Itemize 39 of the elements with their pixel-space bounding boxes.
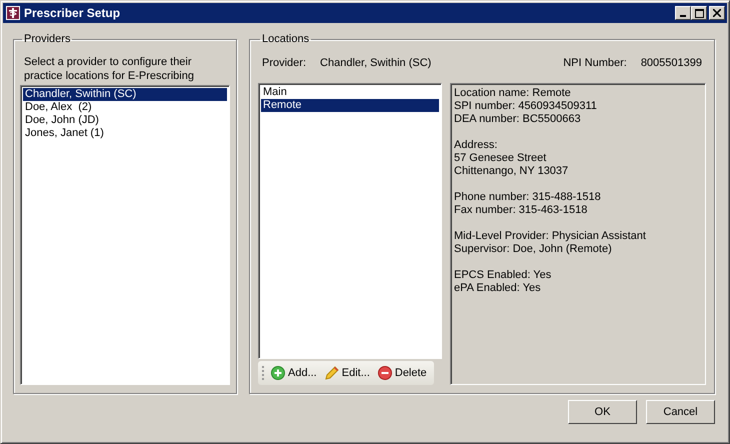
detail-text: ePA Enabled: Yes bbox=[454, 282, 542, 295]
minus-icon bbox=[378, 366, 392, 380]
window-title: Prescriber Setup bbox=[24, 6, 122, 20]
detail-text: Mid-Level Provider: Physician Assistant bbox=[454, 230, 647, 243]
detail-text: 57 Genesee Street bbox=[454, 152, 548, 165]
detail-text: Location name: Remote bbox=[454, 87, 572, 100]
detail-text: Address: bbox=[454, 139, 498, 152]
maximize-icon bbox=[694, 8, 704, 18]
add-button[interactable]: Add... bbox=[268, 366, 320, 380]
provider-item[interactable]: Doe, John (JD) bbox=[23, 114, 227, 127]
detail-text: Phone number: 315-488-1518 bbox=[454, 191, 602, 204]
group-title: Providers bbox=[23, 33, 72, 45]
detail-text: Fax number: 315-463-1518 bbox=[454, 204, 588, 217]
close-icon bbox=[713, 9, 721, 17]
cancel-button[interactable]: Cancel bbox=[646, 400, 715, 424]
plus-icon bbox=[271, 366, 285, 380]
provider-item[interactable]: Jones, Janet (1) bbox=[23, 127, 227, 140]
close-button[interactable] bbox=[709, 6, 725, 20]
detail-text: Chittenango, NY 13037 bbox=[454, 165, 570, 178]
edit-button[interactable]: Edit... bbox=[322, 366, 373, 380]
provider-value: Chandler, Swithin (SC) bbox=[320, 57, 432, 69]
npi-value: 8005501399 bbox=[640, 57, 702, 69]
provider-item[interactable]: Doe, Alex (2) bbox=[23, 101, 227, 114]
detail-text: DEA number: BC5500663 bbox=[454, 113, 582, 126]
pencil-icon bbox=[324, 366, 339, 380]
detail-text: Supervisor: Doe, John (Remote) bbox=[454, 243, 613, 256]
detail-text: SPI number: 4560934509311 bbox=[454, 100, 598, 113]
provider-item[interactable]: Chandler, Swithin (SC) bbox=[23, 88, 227, 101]
maximize-button[interactable] bbox=[691, 6, 707, 20]
minimize-button[interactable] bbox=[675, 6, 691, 20]
delete-button[interactable]: Delete bbox=[374, 366, 430, 380]
location-item[interactable]: Main bbox=[261, 86, 439, 99]
group-title: Locations bbox=[261, 33, 310, 45]
location-item[interactable]: Remote bbox=[261, 99, 439, 112]
instruction-text: Select a provider to configure their practice locations for E-Prescribing bbox=[24, 55, 195, 83]
detail-text: EPCS Enabled: Yes bbox=[454, 269, 552, 282]
provider-label: Provider: bbox=[262, 57, 306, 69]
ok-button[interactable]: OK bbox=[568, 400, 637, 424]
npi-label: NPI Number: bbox=[563, 57, 627, 69]
